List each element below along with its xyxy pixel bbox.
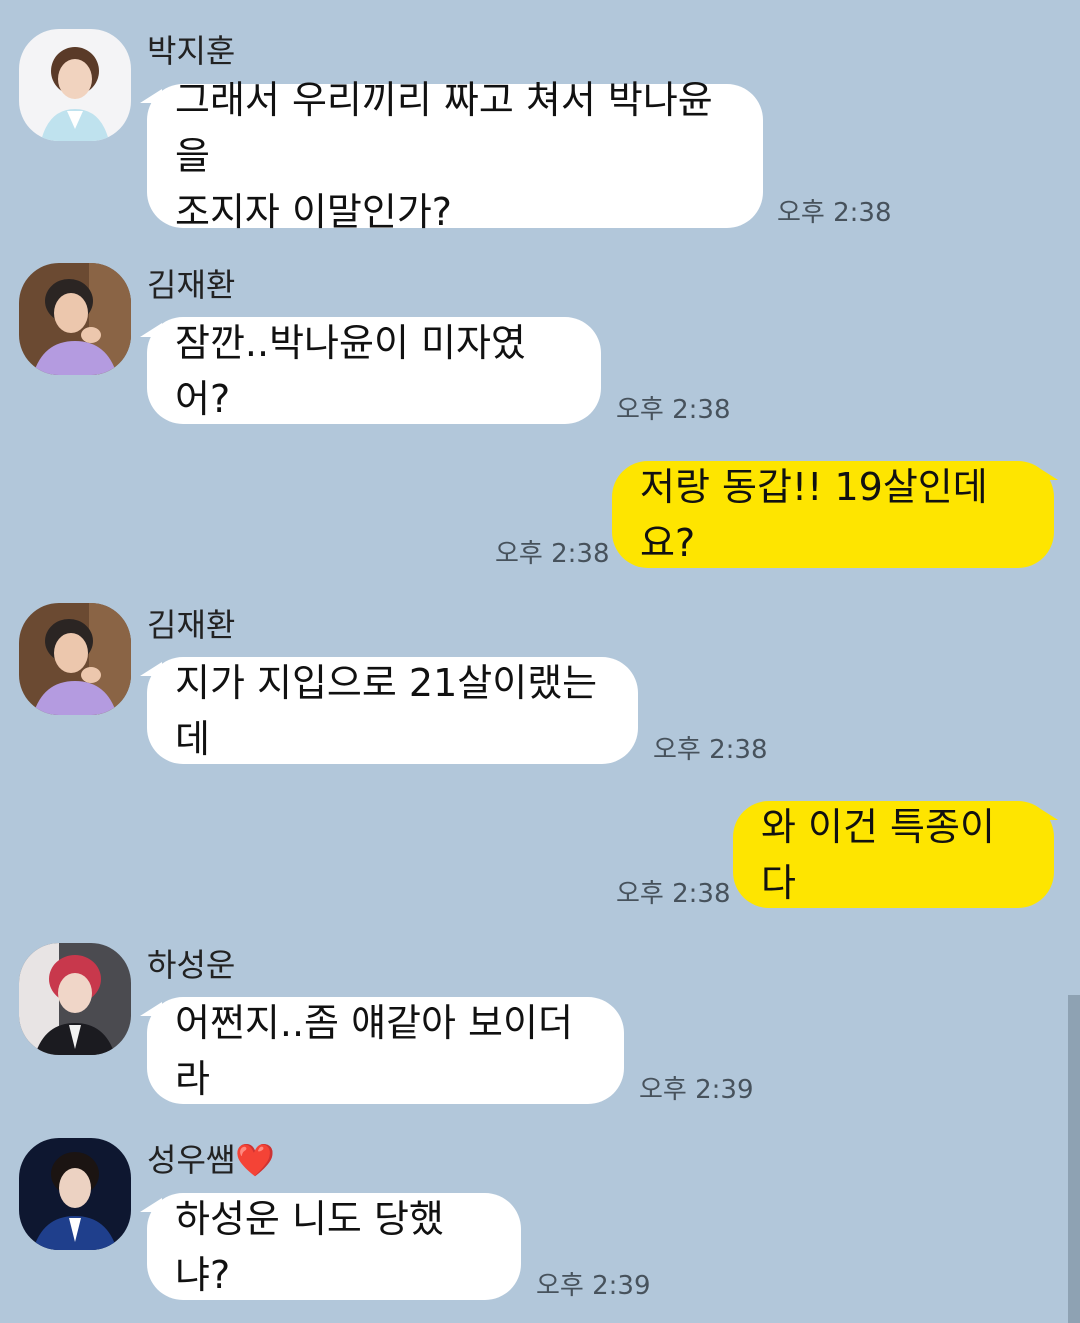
message-bubble[interactable]: 어쩐지..좀 얘같아 보이더라 [147, 997, 624, 1104]
message-time: 오후 2:38 [616, 879, 731, 909]
message-text: 저랑 동갑!! 19살인데요? [640, 464, 988, 565]
message-text: 잠깐..박나윤이 미자였어? [175, 320, 526, 421]
avatar[interactable] [19, 603, 131, 715]
message-time: 오후 2:39 [639, 1075, 754, 1105]
message-text: 어쩐지..좀 얘같아 보이더라 [175, 1000, 573, 1101]
message-bubble[interactable]: 그래서 우리끼리 짜고 쳐서 박나윤을 조지자 이말인가? [147, 78, 763, 234]
sender-name: 하성운 [147, 946, 236, 984]
sender-name: 김재환 [147, 266, 236, 304]
sender-name-text: 성우쌤 [147, 1141, 236, 1179]
message-text: 와 이건 특종이다 [761, 804, 995, 905]
message-text: 지가 지입으로 21살이랬는데 [175, 660, 598, 761]
scrollbar[interactable] [1068, 995, 1080, 1323]
avatar[interactable] [19, 1138, 131, 1250]
message-text: 하성운 니도 당했냐? [175, 1196, 444, 1297]
sender-name: 박지훈 [147, 32, 236, 70]
message-bubble[interactable]: 잠깐..박나윤이 미자였어? [147, 317, 601, 424]
avatar[interactable] [19, 943, 131, 1055]
message-bubble[interactable]: 와 이건 특종이다 [733, 801, 1054, 908]
message-bubble[interactable]: 저랑 동갑!! 19살인데요? [612, 461, 1054, 568]
sender-name: 성우쌤❤️ [147, 1140, 275, 1180]
message-time: 오후 2:38 [495, 539, 610, 569]
avatar[interactable] [19, 263, 131, 375]
message-time: 오후 2:38 [777, 198, 892, 228]
message-time: 오후 2:38 [616, 395, 731, 425]
message-bubble[interactable]: 하성운 니도 당했냐? [147, 1193, 521, 1300]
sender-name: 김재환 [147, 606, 236, 644]
message-time: 오후 2:39 [536, 1271, 651, 1301]
message-text: 그래서 우리끼리 짜고 쳐서 박나윤을 조지자 이말인가? [175, 78, 713, 234]
message-time: 오후 2:38 [653, 735, 768, 765]
avatar[interactable] [19, 29, 131, 141]
heart-icon: ❤️ [235, 1141, 276, 1179]
message-bubble[interactable]: 지가 지입으로 21살이랬는데 [147, 657, 638, 764]
